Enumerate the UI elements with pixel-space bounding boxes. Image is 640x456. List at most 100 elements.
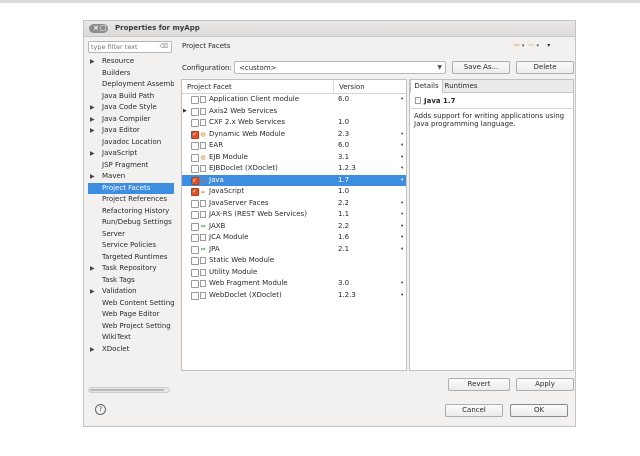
column-header-version[interactable]: Version [339, 83, 365, 91]
facet-row[interactable]: Application Client module 6.0 ▾ [182, 94, 406, 105]
facet-row[interactable]: WebDoclet (XDoclet) 1.2.3 ▾ [182, 290, 406, 301]
expand-arrow-icon[interactable]: ▶ [90, 148, 95, 159]
facet-version[interactable]: 2.1 [338, 244, 349, 255]
tab-runtimes[interactable]: Runtimes [443, 80, 479, 92]
facet-checkbox[interactable] [191, 291, 199, 300]
version-dropdown-icon[interactable]: ▾ [401, 152, 403, 163]
nav-item[interactable]: Project References [88, 194, 174, 205]
nav-item[interactable]: ▶ Maven [88, 171, 174, 182]
back-arrow-icon[interactable]: ⇦ [514, 41, 520, 49]
facet-row[interactable]: Web Fragment Module 3.0 ▾ [182, 278, 406, 289]
facet-row[interactable]: JAX-RS (REST Web Services) 1.1 ▾ [182, 209, 406, 220]
nav-item[interactable]: Task Tags [88, 275, 174, 286]
window-controls[interactable]: × □ [89, 24, 108, 33]
version-dropdown-icon[interactable]: ▾ [401, 129, 403, 140]
nav-item[interactable]: Web Content Setting [88, 298, 174, 309]
tree-horizontal-scrollbar[interactable] [88, 387, 170, 393]
save-as-button[interactable]: Save As... [452, 61, 510, 74]
expand-arrow-icon[interactable]: ▶ [90, 102, 95, 113]
facet-version[interactable]: 1.0 [338, 117, 349, 128]
forward-menu-icon[interactable]: ▾ [537, 43, 540, 49]
facet-version[interactable]: 1.6 [338, 232, 349, 243]
ok-button[interactable]: OK [510, 404, 568, 417]
facet-row[interactable]: Static Web Module [182, 255, 406, 266]
nav-item[interactable]: Refactoring History [88, 206, 174, 217]
nav-item[interactable]: Web Page Editor [88, 309, 174, 320]
nav-item[interactable]: ▶ Task Repository [88, 263, 174, 274]
facet-row[interactable]: Utility Module [182, 267, 406, 278]
facet-version[interactable]: 6.0 [338, 94, 349, 105]
expand-arrow-icon[interactable]: ▶ [90, 286, 95, 297]
facet-checkbox[interactable] [191, 234, 199, 242]
nav-item[interactable]: ▶ Java Code Style [88, 102, 174, 113]
version-dropdown-icon[interactable]: ▾ [401, 221, 403, 232]
facet-checkbox[interactable] [191, 153, 199, 162]
nav-item[interactable]: ▶ Java Compiler [88, 114, 174, 125]
facet-version[interactable]: 2.3 [338, 129, 349, 140]
nav-item[interactable]: Project Facets [88, 182, 174, 194]
facet-version[interactable]: 3.1 [338, 152, 349, 163]
expand-arrow-icon[interactable]: ▶ [90, 263, 95, 274]
nav-item[interactable]: Targeted Runtimes [88, 252, 174, 263]
facet-row[interactable]: ⇔ JPA 2.1 ▾ [182, 244, 406, 255]
facet-checkbox[interactable] [191, 280, 199, 288]
facet-version[interactable]: 2.2 [338, 221, 349, 232]
facet-version[interactable]: 3.0 [338, 278, 349, 289]
column-header-facet[interactable]: Project Facet [187, 83, 232, 91]
filter-field[interactable]: ⌫ [88, 41, 172, 53]
close-icon[interactable]: × [93, 24, 99, 33]
facet-row[interactable]: JCA Module 1.6 ▾ [182, 232, 406, 243]
version-dropdown-icon[interactable]: ▾ [401, 209, 403, 220]
facet-row[interactable]: EAR 6.0 ▾ [182, 140, 406, 151]
facet-row[interactable]: ☕JavaScript 1.0 [182, 186, 406, 197]
cancel-button[interactable]: Cancel [445, 404, 503, 417]
scrollbar-thumb[interactable] [90, 389, 164, 391]
nav-item[interactable]: Builders [88, 68, 174, 79]
clear-filter-icon[interactable]: ⌫ [160, 43, 168, 50]
delete-button[interactable]: Delete [516, 61, 574, 74]
back-menu-icon[interactable]: ▾ [522, 43, 525, 49]
version-dropdown-icon[interactable]: ▾ [401, 232, 403, 243]
expand-arrow-icon[interactable]: ▶ [183, 106, 187, 117]
facet-checkbox[interactable] [191, 257, 199, 265]
facet-row[interactable]: ◍ EJB Module 3.1 ▾ [182, 152, 406, 163]
facet-row[interactable]: ◍Dynamic Web Module 2.3 ▾ [182, 129, 406, 140]
maximize-icon[interactable]: □ [100, 24, 107, 33]
version-dropdown-icon[interactable]: ▾ [401, 94, 403, 105]
nav-item[interactable]: ▶ Java Editor [88, 125, 174, 136]
nav-item[interactable]: Server [88, 229, 174, 240]
forward-arrow-icon[interactable]: ⇨ [529, 41, 535, 49]
nav-item[interactable]: ▶ Resource [88, 56, 174, 67]
facet-row[interactable]: JavaServer Faces 2.2 ▾ [182, 198, 406, 209]
facet-row[interactable]: CXF 2.x Web Services 1.0 [182, 117, 406, 128]
facet-checkbox[interactable] [191, 129, 199, 140]
nav-item[interactable]: ▶ XDoclet [88, 344, 174, 355]
facet-row[interactable]: ⇔ JAXB 2.2 ▾ [182, 221, 406, 232]
expand-arrow-icon[interactable]: ▶ [90, 56, 95, 67]
facet-checkbox[interactable] [191, 119, 199, 127]
expand-arrow-icon[interactable]: ▶ [90, 171, 95, 182]
configuration-select[interactable]: <custom> ▼ [234, 61, 446, 74]
view-menu-icon[interactable]: ▾ [547, 42, 550, 49]
version-dropdown-icon[interactable]: ▾ [401, 163, 403, 174]
facet-checkbox[interactable] [191, 165, 199, 173]
expand-arrow-icon[interactable]: ▶ [90, 344, 95, 355]
expand-arrow-icon[interactable]: ▶ [90, 125, 95, 136]
nav-item[interactable]: JSP Fragment [88, 160, 174, 171]
facet-row[interactable]: ▶ Axis2 Web Services [182, 106, 406, 117]
facet-version[interactable]: 2.2 [338, 198, 349, 209]
nav-item[interactable]: Run/Debug Settings [88, 217, 174, 228]
facet-checkbox[interactable] [191, 268, 199, 277]
facet-version[interactable]: 6.0 [338, 140, 349, 151]
facet-row[interactable]: ☕Java 1.7 ▾ [182, 174, 406, 186]
nav-item[interactable]: Javadoc Location [88, 137, 174, 148]
facet-version[interactable]: 1.7 [338, 175, 349, 186]
facet-version[interactable]: 1.1 [338, 209, 349, 220]
version-dropdown-icon[interactable]: ▾ [401, 198, 403, 209]
column-divider[interactable] [333, 80, 334, 93]
version-dropdown-icon[interactable]: ▾ [401, 244, 403, 255]
facet-checkbox[interactable] [191, 96, 199, 104]
facet-version[interactable]: 1.2.3 [338, 163, 356, 174]
tab-details[interactable]: Details [410, 80, 443, 93]
facet-checkbox[interactable] [191, 245, 199, 254]
